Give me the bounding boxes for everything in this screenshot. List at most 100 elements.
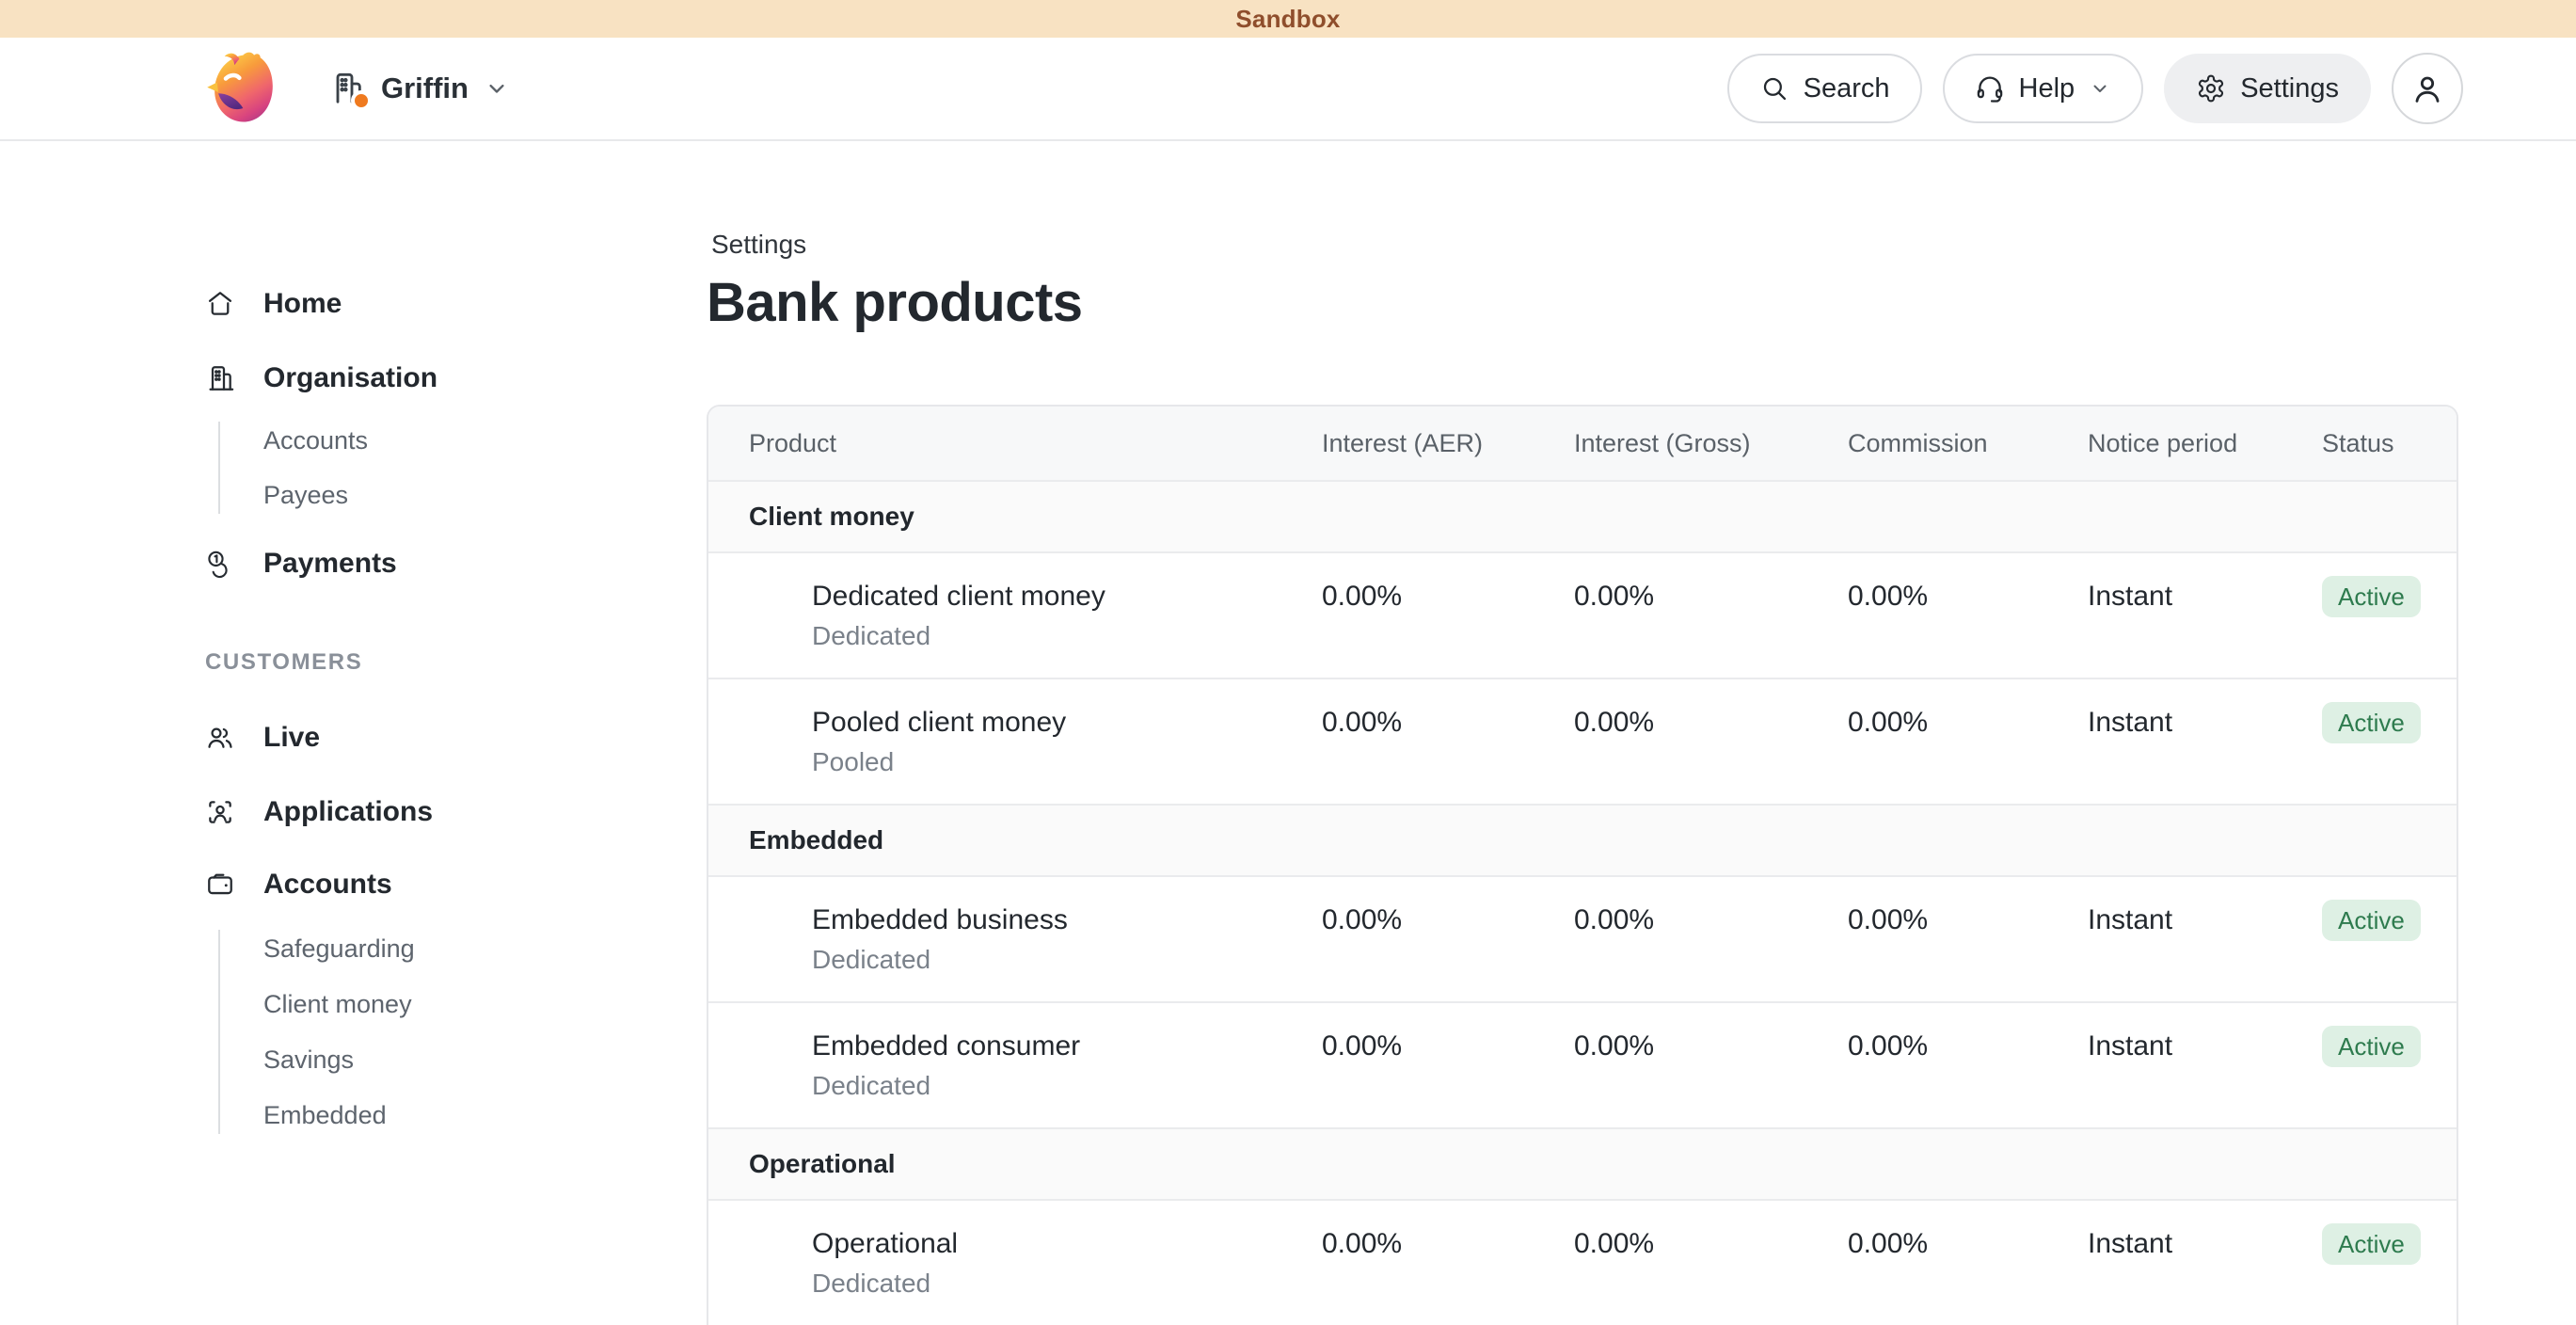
bank-products-table: Product Interest (AER) Interest (Gross) … — [707, 405, 2458, 1325]
status-badge: Active — [2322, 1026, 2421, 1067]
notice-period-value: Instant — [2088, 679, 2322, 804]
sidebar-item-applications[interactable]: Applications — [205, 791, 504, 833]
interest-gross-value: 0.00% — [1574, 679, 1848, 804]
status-badge: Active — [2322, 576, 2421, 617]
product-subtitle: Dedicated — [812, 1266, 1322, 1301]
interest-gross-value: 0.00% — [1574, 877, 1848, 1001]
commission-value: 0.00% — [1848, 877, 2088, 1001]
table-row[interactable]: Embedded business Dedicated 0.00% 0.00% … — [708, 875, 2457, 1001]
table-row[interactable]: Pooled client money Pooled 0.00% 0.00% 0… — [708, 678, 2457, 804]
interest-aer-value: 0.00% — [1322, 1003, 1574, 1127]
column-header-commission: Commission — [1848, 429, 2088, 458]
sidebar-item-live[interactable]: Live — [205, 717, 504, 758]
interest-gross-value: 0.00% — [1574, 1003, 1848, 1127]
table-row[interactable]: Embedded consumer Dedicated 0.00% 0.00% … — [708, 1001, 2457, 1127]
sidebar-item-label: Applications — [263, 796, 433, 828]
sidebar-section-customers: CUSTOMERS — [205, 649, 504, 676]
sidebar-item-organisation[interactable]: Organisation — [205, 358, 504, 399]
status-badge: Active — [2322, 900, 2421, 941]
wallet-icon — [205, 870, 235, 900]
column-header-notice-period: Notice period — [2088, 429, 2322, 458]
sidebar-item-label: Accounts — [263, 869, 392, 901]
product-name: Dedicated client money — [812, 578, 1322, 615]
table-header-row: Product Interest (AER) Interest (Gross) … — [708, 407, 2457, 480]
org-name: Griffin — [381, 72, 469, 105]
table-group-client-money: Client money — [708, 480, 2457, 551]
status-badge: Active — [2322, 702, 2421, 743]
product-subtitle: Dedicated — [812, 942, 1322, 978]
sidebar-item-label: Payments — [263, 548, 397, 580]
page-title: Bank products — [707, 272, 2576, 334]
status-badge: Active — [2322, 1223, 2421, 1265]
accounts-subnav: Safeguarding Client money Savings Embedd… — [218, 930, 504, 1134]
commission-value: 0.00% — [1848, 679, 2088, 804]
interest-aer-value: 0.00% — [1322, 553, 1574, 678]
sidebar-item-payments[interactable]: Payments — [205, 543, 504, 584]
column-header-product: Product — [749, 429, 1322, 458]
settings-button[interactable]: Settings — [2164, 54, 2371, 123]
sidebar-item-client-money[interactable]: Client money — [263, 985, 504, 1023]
chevron-down-icon — [484, 75, 510, 102]
headset-icon — [1975, 73, 2005, 104]
person-icon — [2409, 70, 2446, 107]
notice-period-value: Instant — [2088, 1201, 2322, 1325]
column-header-interest-gross: Interest (Gross) — [1574, 429, 1848, 458]
search-button[interactable]: Search — [1727, 54, 1922, 123]
table-row[interactable]: Operational Dedicated 0.00% 0.00% 0.00% … — [708, 1199, 2457, 1325]
coins-icon — [205, 549, 235, 579]
sidebar-item-savings[interactable]: Savings — [263, 1041, 504, 1078]
search-icon — [1759, 73, 1789, 104]
product-subtitle: Pooled — [812, 744, 1322, 780]
interest-aer-value: 0.00% — [1322, 1201, 1574, 1325]
notice-period-value: Instant — [2088, 1003, 2322, 1127]
chevron-down-icon — [2089, 77, 2111, 100]
product-subtitle: Dedicated — [812, 1068, 1322, 1104]
sidebar-item-safeguarding[interactable]: Safeguarding — [263, 930, 504, 967]
commission-value: 0.00% — [1848, 1201, 2088, 1325]
sidebar-item-embedded[interactable]: Embedded — [263, 1096, 504, 1134]
main-content: Settings Bank products Product Interest … — [504, 141, 2576, 1325]
sidebar: Home Organisation Accounts Payees — [0, 141, 504, 1134]
sidebar-item-label: Home — [263, 288, 342, 320]
sidebar-item-label: Organisation — [263, 362, 437, 394]
help-button[interactable]: Help — [1943, 54, 2144, 123]
building-icon — [205, 363, 235, 393]
sidebar-item-org-accounts[interactable]: Accounts — [263, 422, 504, 459]
table-row[interactable]: Dedicated client money Dedicated 0.00% 0… — [708, 551, 2457, 678]
column-header-status: Status — [2322, 429, 2414, 458]
sidebar-item-label: Live — [263, 722, 320, 754]
gear-icon — [2196, 73, 2226, 104]
product-name: Pooled client money — [812, 704, 1322, 742]
help-button-label: Help — [2019, 73, 2075, 104]
commission-value: 0.00% — [1848, 1003, 2088, 1127]
user-avatar-button[interactable] — [2392, 53, 2463, 124]
table-group-embedded: Embedded — [708, 804, 2457, 875]
notice-period-value: Instant — [2088, 877, 2322, 1001]
environment-banner-label: Sandbox — [1235, 5, 1340, 34]
product-name: Operational — [812, 1225, 1322, 1263]
home-icon — [205, 289, 235, 319]
griffin-logo — [202, 49, 281, 128]
users-icon — [205, 723, 235, 753]
organisation-building-icon — [328, 70, 366, 107]
interest-gross-value: 0.00% — [1574, 553, 1848, 678]
product-name: Embedded business — [812, 902, 1322, 939]
notice-period-value: Instant — [2088, 553, 2322, 678]
column-header-interest-aer: Interest (AER) — [1322, 429, 1574, 458]
sidebar-item-org-payees[interactable]: Payees — [263, 476, 504, 514]
search-button-label: Search — [1804, 73, 1890, 104]
product-name: Embedded consumer — [812, 1028, 1322, 1065]
commission-value: 0.00% — [1848, 553, 2088, 678]
sidebar-item-home[interactable]: Home — [205, 283, 504, 325]
product-subtitle: Dedicated — [812, 618, 1322, 654]
scan-person-icon — [205, 797, 235, 827]
settings-button-label: Settings — [2240, 73, 2339, 104]
interest-gross-value: 0.00% — [1574, 1201, 1848, 1325]
org-status-dot — [351, 90, 372, 111]
interest-aer-value: 0.00% — [1322, 679, 1574, 804]
sidebar-item-accounts[interactable]: Accounts — [205, 864, 504, 905]
organisation-subnav: Accounts Payees — [218, 422, 504, 514]
breadcrumb[interactable]: Settings — [711, 229, 2576, 261]
org-switcher[interactable]: Griffin — [328, 70, 510, 107]
app-header: Griffin Search Help — [0, 38, 2576, 141]
